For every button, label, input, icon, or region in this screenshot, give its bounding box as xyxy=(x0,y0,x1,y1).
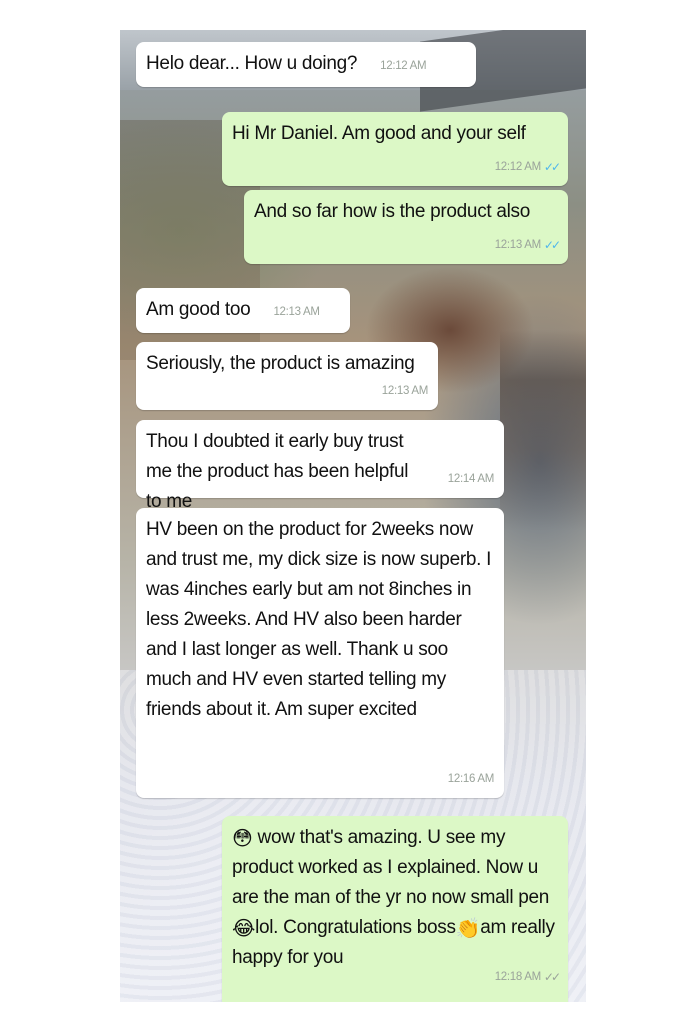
sent-ticks-icon: ✓✓ xyxy=(543,970,561,984)
message-meta: 12:14 AM xyxy=(447,464,495,494)
time-label: 12:18 AM xyxy=(494,971,542,983)
message-time: 12:13 AM xyxy=(273,297,320,327)
message-text-part-2: lol. Congratulations boss xyxy=(255,917,456,938)
message-bubble-incoming[interactable]: Helo dear... How u doing? 12:12 AM xyxy=(136,42,476,87)
time-label: 12:16 AM xyxy=(447,773,495,785)
time-label: 12:12 AM xyxy=(494,161,542,173)
time-label: 12:12 AM xyxy=(380,60,427,72)
message-bubble-incoming[interactable]: Seriously, the product is amazing 12:13 … xyxy=(136,342,438,410)
wallpaper-people xyxy=(500,330,586,530)
message-meta: 12:12 AM ✓✓ xyxy=(494,152,561,182)
clapping-hands-emoji-icon: 👏 xyxy=(455,918,481,940)
read-ticks-icon: ✓✓ xyxy=(543,238,561,252)
flushed-face-emoji-icon: 😳 xyxy=(232,828,253,850)
laughing-face-emoji-icon: 😂 xyxy=(232,918,256,940)
message-bubble-outgoing[interactable]: Hi Mr Daniel. Am good and your self 12:1… xyxy=(222,112,568,186)
read-ticks-icon: ✓✓ xyxy=(543,160,561,174)
message-text: And so far how is the product also xyxy=(254,201,531,222)
message-text: Thou I doubted it early buy trust me the… xyxy=(146,431,409,512)
message-text-part-1: wow that's amazing. U see my product wor… xyxy=(232,827,550,908)
message-text: Am good too xyxy=(146,299,251,320)
time-label: 12:13 AM xyxy=(381,385,429,397)
message-bubble-outgoing[interactable]: And so far how is the product also 12:13… xyxy=(244,190,568,264)
message-text: Hi Mr Daniel. Am good and your self xyxy=(232,123,526,144)
message-text: Helo dear... How u doing? xyxy=(146,53,358,74)
message-bubble-incoming[interactable]: Am good too 12:13 AM xyxy=(136,288,350,333)
message-bubble-incoming[interactable]: Thou I doubted it early buy trust me the… xyxy=(136,420,504,512)
message-time: 12:12 AM xyxy=(380,51,427,81)
chat-screen: Helo dear... How u doing? 12:12 AM Hi Mr… xyxy=(120,30,586,1002)
message-bubble-incoming[interactable]: HV been on the product for 2weeks now an… xyxy=(136,508,504,798)
time-label: 12:13 AM xyxy=(494,239,542,251)
time-label: 12:14 AM xyxy=(447,473,495,485)
time-label: 12:13 AM xyxy=(273,306,320,318)
message-text: HV been on the product for 2weeks now an… xyxy=(146,519,492,720)
message-bubble-outgoing[interactable]: 😳 wow that's amazing. U see my product w… xyxy=(222,816,568,1002)
message-meta: 12:13 AM ✓✓ xyxy=(494,230,561,260)
message-meta: 12:16 AM xyxy=(447,764,495,794)
message-meta: 12:18 AM ✓✓ xyxy=(494,962,561,992)
message-text: Seriously, the product is amazing xyxy=(146,353,415,374)
message-meta: 12:13 AM xyxy=(381,376,429,406)
